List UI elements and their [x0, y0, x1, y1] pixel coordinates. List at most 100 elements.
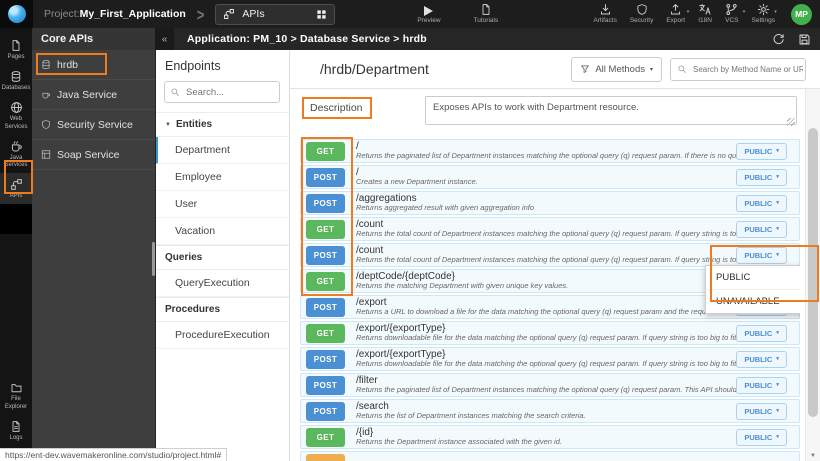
- endpoint-item-vacation[interactable]: Vacation: [155, 218, 289, 245]
- access-option-public[interactable]: PUBLIC: [706, 266, 800, 289]
- endpoint-path: /: [356, 141, 736, 153]
- method-badge: GET: [306, 142, 345, 161]
- access-menu: PUBLIC UNAVAILABLE: [705, 265, 800, 314]
- scrollbar-thumb[interactable]: [808, 128, 818, 417]
- access-dropdown[interactable]: PUBLIC ▾: [736, 143, 787, 160]
- branch-icon: ▾: [725, 3, 738, 16]
- method-badge: [306, 454, 345, 461]
- sidebar-item-apis[interactable]: APIs: [0, 173, 32, 204]
- scroll-down-icon[interactable]: ▼: [806, 453, 820, 459]
- grid-icon[interactable]: [316, 9, 327, 20]
- main-content: /hrdb/Department All Methods ▾ Descripti…: [290, 50, 820, 461]
- access-dropdown[interactable]: PUBLIC ▾: [736, 247, 787, 264]
- endpoint-item-queryexecution[interactable]: QueryExecution: [155, 270, 289, 297]
- endpoint-item-employee[interactable]: Employee: [155, 164, 289, 191]
- vertical-scrollbar[interactable]: ▼: [805, 89, 820, 461]
- wavemaker-logo[interactable]: [0, 0, 33, 28]
- caret-down-icon: ▾: [774, 10, 777, 15]
- methods-filter-dropdown[interactable]: All Methods ▾: [571, 57, 662, 82]
- method-badge: GET: [306, 324, 345, 343]
- vcs-button[interactable]: ▾ VCS: [725, 3, 738, 25]
- endpoint-description: Returns aggregated result with given agg…: [356, 204, 736, 213]
- section-procedures[interactable]: Procedures: [155, 297, 289, 322]
- endpoint-item-department[interactable]: Department: [155, 137, 289, 164]
- access-dropdown[interactable]: PUBLIC ▾: [736, 429, 787, 446]
- core-apis-panel: Core APIs hrdb Java Service Security Ser…: [32, 28, 156, 461]
- database-icon: [10, 70, 22, 83]
- method-badge: POST: [306, 168, 345, 187]
- tab-apis[interactable]: APIs: [215, 4, 335, 25]
- access-dropdown[interactable]: PUBLIC ▾: [736, 377, 787, 394]
- access-dropdown[interactable]: PUBLIC ▾: [736, 403, 787, 420]
- coffee-icon: [41, 89, 51, 100]
- section-queries[interactable]: Queries: [155, 245, 289, 270]
- core-api-item-soap-service[interactable]: Soap Service: [32, 140, 155, 170]
- artifacts-button[interactable]: Artifacts: [593, 3, 616, 25]
- preview-button[interactable]: Preview: [417, 3, 440, 25]
- access-dropdown[interactable]: PUBLIC ▾: [736, 195, 787, 212]
- caret-down-icon: ▾: [776, 330, 779, 336]
- caret-down-icon: ▾: [776, 174, 779, 180]
- left-rail: Pages Databases Web Services Java Servic…: [0, 28, 32, 461]
- access-dropdown[interactable]: PUBLIC ▾: [736, 351, 787, 368]
- core-panel-scrollbar[interactable]: [152, 242, 155, 276]
- i18n-button[interactable]: I18N: [698, 3, 712, 25]
- api-row: GET /export/{exportType} Returns downloa…: [300, 321, 800, 345]
- endpoints-search-input[interactable]: [184, 86, 268, 99]
- api-row-partial: [300, 451, 800, 461]
- export-button[interactable]: ▾ Export: [666, 3, 685, 25]
- access-dropdown[interactable]: PUBLIC ▾: [736, 221, 787, 238]
- endpoint-description: Returns the total count of Department in…: [356, 256, 736, 265]
- section-entities[interactable]: ▼ Entities: [155, 112, 289, 137]
- sidebar-item-databases[interactable]: Databases: [0, 65, 32, 96]
- api-row: POST /filter Returns the paginated list …: [300, 373, 800, 397]
- access-dropdown[interactable]: PUBLIC ▾: [736, 325, 787, 342]
- sidebar-item-pages[interactable]: Pages: [0, 34, 32, 65]
- endpoint-path: /deptCode/{deptCode}: [356, 271, 736, 283]
- sidebar-item-file-explorer[interactable]: File Explorer: [0, 377, 32, 414]
- api-row: POST / Creates a new Department instance…: [300, 165, 800, 189]
- method-search-input[interactable]: [691, 64, 805, 75]
- api-row: POST /export/{exportType} Returns downlo…: [300, 347, 800, 371]
- endpoint-path: /count: [356, 219, 736, 231]
- endpoint-path: /{id}: [356, 427, 736, 439]
- method-badge: GET: [306, 428, 345, 447]
- access-dropdown[interactable]: PUBLIC ▾: [736, 169, 787, 186]
- endpoints-panel: Endpoints ▼ Entities Department Employee…: [155, 50, 290, 461]
- avatar[interactable]: MP: [791, 4, 812, 25]
- sidebar-item-web-services[interactable]: Web Services: [0, 96, 32, 134]
- endpoint-item-procedureexecution[interactable]: ProcedureExecution: [155, 322, 289, 349]
- coffee-icon: [10, 140, 23, 153]
- breadcrumb-actions: [772, 33, 811, 46]
- security-button[interactable]: Security: [630, 3, 653, 25]
- book-icon: [480, 3, 492, 16]
- caret-down-icon: ▼: [165, 122, 171, 128]
- description-textarea[interactable]: Exposes APIs to work with Department res…: [425, 96, 797, 125]
- endpoint-description: Returns the matching Department with giv…: [356, 282, 736, 291]
- api-row: POST /search Returns the list of Departm…: [300, 399, 800, 423]
- caret-down-icon: ▾: [776, 434, 779, 440]
- core-api-item-security-service[interactable]: Security Service: [32, 110, 155, 140]
- sidebar-item-logs[interactable]: Logs: [0, 415, 32, 446]
- api-row: GET / Returns the paginated list of Depa…: [300, 139, 800, 163]
- main-header: /hrdb/Department All Methods ▾: [290, 50, 820, 89]
- endpoints-search[interactable]: [164, 81, 280, 103]
- refresh-icon[interactable]: [772, 33, 785, 46]
- translate-icon: [698, 3, 712, 16]
- save-icon[interactable]: [798, 33, 811, 46]
- method-search[interactable]: [670, 58, 806, 81]
- endpoint-path: /export/{exportType}: [356, 323, 736, 335]
- settings-button[interactable]: ▾ Settings: [752, 3, 776, 25]
- access-option-unavailable[interactable]: UNAVAILABLE: [706, 289, 800, 313]
- caret-down-icon: ▾: [650, 66, 653, 73]
- caret-down-icon: ▾: [776, 252, 779, 258]
- sidebar-item-java-services[interactable]: Java Services: [0, 135, 32, 173]
- endpoint-item-user[interactable]: User: [155, 191, 289, 218]
- method-badge: GET: [306, 272, 345, 291]
- core-api-item-java-service[interactable]: Java Service: [32, 80, 155, 110]
- core-api-item-hrdb[interactable]: hrdb: [32, 50, 155, 80]
- collapse-panel-button[interactable]: «: [155, 28, 174, 50]
- page-icon: [10, 39, 22, 52]
- method-badge: POST: [306, 402, 345, 421]
- tutorials-button[interactable]: Tutorials: [474, 3, 499, 25]
